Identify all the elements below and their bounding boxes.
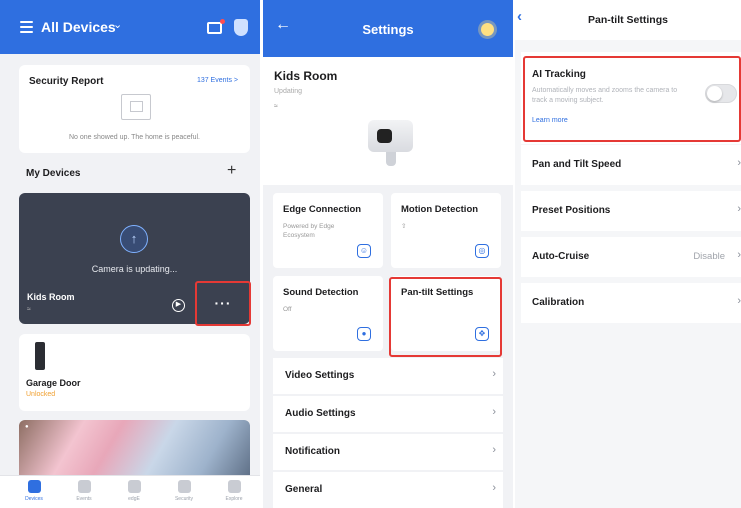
chevron-right-icon: › xyxy=(737,249,741,261)
shield-icon[interactable] xyxy=(234,19,248,36)
tile-title: Edge Connection xyxy=(283,204,362,215)
shield-icon xyxy=(177,480,191,493)
garage-door-icon xyxy=(35,342,45,370)
settings-screen: ← Settings Kids Room Updating ≈ Edge Con… xyxy=(263,0,513,508)
more-options-highlight[interactable]: ··· xyxy=(195,281,251,326)
security-report-card[interactable]: Security Report 137 Events > No one show… xyxy=(19,65,250,153)
camera-preview-image[interactable]: ● xyxy=(19,420,250,478)
row-label: Preset Positions xyxy=(532,205,611,216)
camera-image xyxy=(368,120,413,166)
tab-label: Explore xyxy=(225,496,243,502)
pan-tilt-speed-row[interactable]: Pan and Tilt Speed › xyxy=(521,145,741,185)
devices-icon xyxy=(27,480,41,493)
tab-edge[interactable]: edgE xyxy=(109,480,159,502)
update-arrow-icon: ↑ xyxy=(120,225,148,253)
row-label: Pan and Tilt Speed xyxy=(532,159,622,170)
security-report-empty-text: No one showed up. The home is peaceful. xyxy=(68,134,200,141)
tab-explore[interactable]: Explore xyxy=(209,480,259,502)
devices-dropdown-title[interactable]: All Devices xyxy=(41,19,116,35)
wifi-icon: ≈ xyxy=(274,103,278,110)
robot-icon: ☺ xyxy=(357,244,371,258)
tile-subtitle: Off xyxy=(283,306,292,313)
row-label: Calibration xyxy=(532,297,585,308)
microphone-icon: ● xyxy=(357,327,371,341)
page-title: Pan-tilt Settings xyxy=(588,14,668,26)
row-label: Auto-Cruise xyxy=(532,251,590,262)
row-label: General xyxy=(285,484,323,495)
security-report-title: Security Report xyxy=(29,76,104,87)
row-label: Notification xyxy=(285,446,340,457)
garage-door-name: Garage Door xyxy=(26,378,81,388)
tile-title: Motion Detection xyxy=(401,204,479,215)
edge-connection-tile[interactable]: Edge Connection Powered by Edge Ecosyste… xyxy=(273,193,383,268)
settings-header: ← Settings xyxy=(263,0,513,60)
sound-detection-tile[interactable]: Sound Detection Off ● xyxy=(273,276,383,351)
tile-title: Sound Detection xyxy=(283,287,359,298)
preset-positions-row[interactable]: Preset Positions › xyxy=(521,191,741,231)
tab-label: edgE xyxy=(128,496,140,502)
search-icon xyxy=(77,480,91,493)
home-header: All Devices ⌄ xyxy=(0,0,260,54)
tab-label: Security xyxy=(174,496,194,502)
motion-detection-tile[interactable]: Motion Detection ⇧ ◎ xyxy=(391,193,501,268)
lightbulb-icon[interactable] xyxy=(481,23,494,36)
chevron-right-icon: › xyxy=(492,482,496,494)
auto-cruise-row[interactable]: Auto-Cruise Disable › xyxy=(521,237,741,277)
my-devices-heading: My Devices xyxy=(26,168,81,179)
devices-screen: All Devices ⌄ Security Report 137 Events… xyxy=(0,0,260,508)
notification-row[interactable]: Notification › xyxy=(273,434,503,470)
tab-label: Events xyxy=(76,496,92,502)
calibration-row[interactable]: Calibration › xyxy=(521,283,741,323)
row-label: Video Settings xyxy=(285,370,355,381)
edge-icon xyxy=(127,480,141,493)
motion-person-icon: ⇧ xyxy=(401,223,407,230)
ai-tracking-highlight xyxy=(523,56,741,142)
camera-updating-text: Camera is updating... xyxy=(91,264,178,274)
chevron-right-icon: › xyxy=(737,203,741,215)
preview-tag-icon: ● xyxy=(25,424,29,430)
pan-tilt-highlight xyxy=(389,277,502,357)
tab-events[interactable]: Events xyxy=(59,480,109,502)
menu-icon[interactable] xyxy=(20,21,33,33)
wifi-icon: ≈ xyxy=(27,306,31,313)
tile-subtitle: Powered by Edge Ecosystem xyxy=(283,223,335,239)
house-icon xyxy=(121,94,151,120)
pan-tilt-settings-screen: ‹ Pan-tilt Settings AI Tracking Automati… xyxy=(515,0,741,508)
message-icon[interactable] xyxy=(207,19,225,34)
row-label: Audio Settings xyxy=(285,408,356,419)
more-options-button[interactable]: ··· xyxy=(197,295,249,311)
chevron-right-icon: › xyxy=(737,157,741,169)
pan-tilt-header: ‹ Pan-tilt Settings xyxy=(515,0,741,40)
garage-door-card[interactable]: Garage Door Unlocked xyxy=(19,334,250,411)
device-name: Kids Room xyxy=(274,69,338,83)
page-title: Settings xyxy=(362,22,414,37)
compass-icon xyxy=(227,480,241,493)
auto-cruise-value: Disable xyxy=(693,251,725,262)
chevron-right-icon: › xyxy=(492,368,496,380)
chevron-right-icon: › xyxy=(492,406,496,418)
chevron-right-icon: › xyxy=(492,444,496,456)
motion-detection-icon: ◎ xyxy=(475,244,489,258)
video-settings-row[interactable]: Video Settings › xyxy=(273,358,503,394)
tab-label: Devices xyxy=(25,496,43,502)
device-status: Updating xyxy=(274,88,303,95)
chevron-right-icon: › xyxy=(737,295,741,307)
general-row[interactable]: General › xyxy=(273,472,503,508)
camera-name: Kids Room xyxy=(27,292,75,302)
chevron-down-icon[interactable]: ⌄ xyxy=(113,18,122,31)
events-count-link[interactable]: 137 Events > xyxy=(197,77,238,84)
device-info-card: Kids Room Updating ≈ xyxy=(263,57,513,185)
garage-door-status: Unlocked xyxy=(26,391,56,398)
tab-security[interactable]: Security xyxy=(159,480,209,502)
playback-icon[interactable]: ▶ xyxy=(172,299,185,312)
audio-settings-row[interactable]: Audio Settings › xyxy=(273,396,503,432)
tab-devices[interactable]: Devices xyxy=(9,480,59,502)
bottom-tab-bar: Devices Events edgE Security Explore xyxy=(0,475,260,508)
add-device-button[interactable]: + xyxy=(227,162,236,180)
